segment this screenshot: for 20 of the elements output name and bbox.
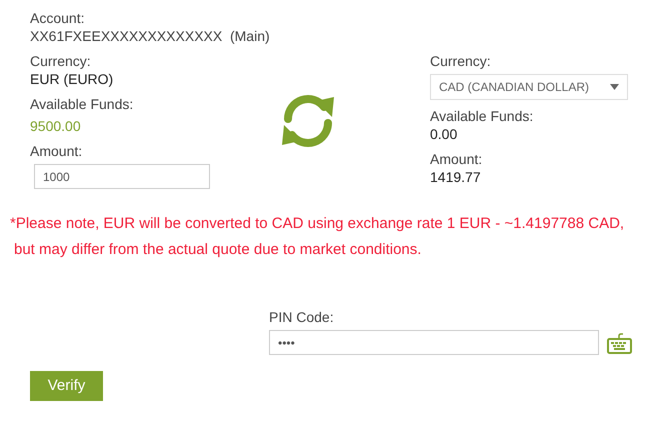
account-label: Account: — [30, 10, 86, 27]
note-text: *Please note, EUR will be converted to CAD using exchange rate 1 EUR - ~1.4197788 CAD, — [10, 214, 624, 234]
pin-label: PIN Code: — [269, 309, 335, 326]
amount-label: Amount: — [430, 151, 484, 168]
account-number: XX61FXEEXXXXXXXXXXXXX (Main) — [30, 27, 271, 45]
amount-value: 1419.77 — [430, 168, 482, 186]
currency-label: Currency: — [30, 53, 92, 70]
funds-label: Available Funds: — [430, 108, 534, 125]
caret-icon — [610, 84, 619, 90]
funds-label: Available Funds: — [30, 96, 134, 113]
currency-value: EUR (EURO) — [30, 70, 114, 88]
funds-value: 0.00 — [430, 125, 458, 143]
funds-value: 9500.00 — [30, 117, 82, 135]
pin-field[interactable]: •••• — [269, 330, 599, 355]
amount-label: Amount: — [30, 143, 84, 160]
amount-field[interactable]: 1000 — [34, 164, 210, 189]
keyboard-icon[interactable] — [607, 332, 632, 354]
currency-label: Currency: — [430, 53, 492, 70]
currency-dropdown[interactable]: CAD (CANADIAN DOLLAR) — [430, 74, 628, 100]
note-text: but may differ from the actual quote due to market conditions. — [13, 240, 422, 260]
